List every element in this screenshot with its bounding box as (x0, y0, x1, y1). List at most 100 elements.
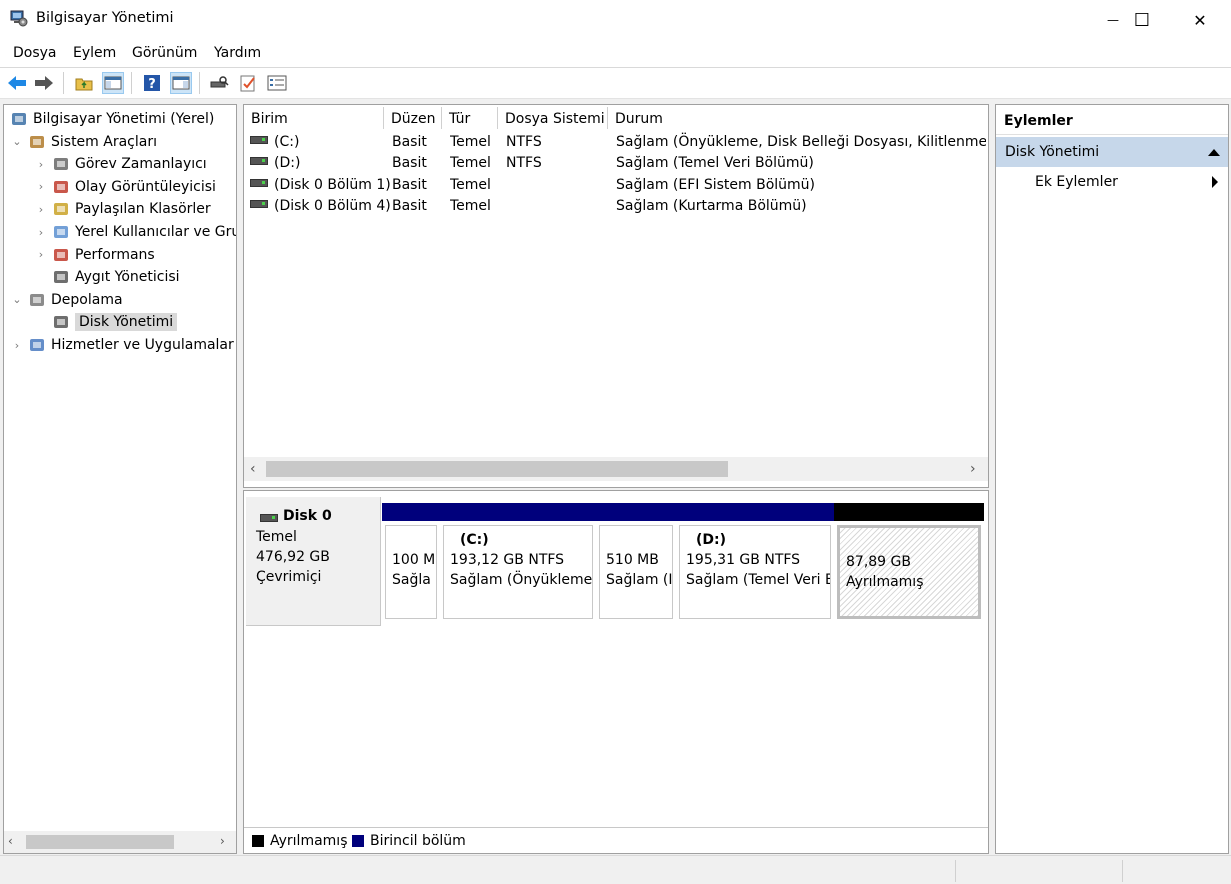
chevron-right-icon[interactable]: › (34, 158, 48, 171)
scroll-left-arrow-icon[interactable]: ‹ (250, 461, 256, 477)
collapse-up-icon[interactable] (1208, 148, 1220, 156)
partition-status: Ayrılmamış (846, 574, 924, 590)
menu-dosya[interactable]: Dosya (13, 45, 57, 61)
column-header-dosya-sistemi[interactable]: Dosya Sistemi (498, 107, 608, 129)
show-hide-action-pane-button[interactable] (170, 72, 192, 94)
check-button[interactable] (237, 72, 259, 94)
tree-item[interactable]: ⌄ Depolama (10, 289, 122, 311)
menu-eylem[interactable]: Eylem (73, 45, 116, 61)
partition-title: (D:) (696, 532, 727, 548)
menu-gorunum[interactable]: Görünüm (132, 45, 197, 61)
disk-management-icon (54, 316, 68, 329)
tree-item[interactable]: › Paylaşılan Klasörler (34, 198, 211, 220)
chevron-down-icon[interactable]: ⌄ (10, 135, 24, 148)
status-divider (1122, 860, 1123, 882)
volume-drive-icon (250, 157, 268, 166)
scroll-thumb[interactable] (266, 461, 728, 477)
partition-size: 193,12 GB NTFS (450, 552, 565, 568)
toolbar-separator (63, 72, 64, 94)
partition-status: Sağlam (Temel Veri B (686, 572, 831, 588)
tree-item[interactable]: Disk Yönetimi (34, 311, 178, 333)
volume-row[interactable]: (D:) Basit Temel NTFS Sağlam (Temel Veri Böl… (244, 153, 988, 174)
partition-block[interactable]: (D:) 195,31 GB NTFS Sağlam (Temel Veri B (676, 503, 834, 621)
tree-item-label: Olay Görüntüleyicisi (75, 178, 216, 195)
partition-size: 510 MB (606, 552, 659, 568)
disk-drive-icon (260, 514, 278, 522)
tree-item[interactable]: › Görev Zamanlayıcı (34, 153, 207, 175)
partition-block[interactable]: 87,89 GB Ayrılmamış (834, 503, 984, 621)
performance-icon (54, 248, 68, 261)
tree-item[interactable]: › Yerel Kullanıcılar ve Grup (34, 221, 237, 243)
column-header-tur[interactable]: Tür (442, 107, 498, 129)
tree-item[interactable]: › Performans (34, 244, 155, 266)
list-horizontal-scrollbar[interactable]: ‹ › (244, 457, 988, 481)
chevron-right-icon[interactable]: › (10, 339, 24, 352)
tree-item-label: Görev Zamanlayıcı (75, 156, 207, 173)
volume-row[interactable]: (C:) Basit Temel NTFS Sağlam (Önyükleme, Dis… (244, 132, 988, 153)
chevron-right-icon[interactable]: › (34, 203, 48, 216)
partition-type-bar (834, 503, 984, 521)
volume-row[interactable]: (Disk 0 Bölüm 1) Basit Temel Sağlam (EFI Si… (244, 175, 988, 196)
show-hide-action-pane-icon (172, 76, 190, 90)
status-divider (955, 860, 956, 882)
column-header-durum[interactable]: Durum (608, 107, 988, 129)
volume-row[interactable]: (Disk 0 Bölüm 4) Basit Temel Sağlam (Kurtar… (244, 196, 988, 217)
chevron-right-icon[interactable]: › (34, 248, 48, 261)
scroll-thumb[interactable] (26, 835, 174, 849)
check-icon (240, 75, 255, 92)
column-header-birim[interactable]: Birim (244, 107, 384, 129)
maximize-button[interactable]: ☐ (1119, 0, 1165, 40)
toolbar-separator (199, 72, 200, 94)
legend-item-unallocated: Ayrılmamış (252, 833, 348, 849)
tree-item-label: Sistem Araçları (51, 133, 157, 150)
partition-status: Sağla (392, 572, 431, 588)
tree-item[interactable]: Bilgisayar Yönetimi (Yerel) (6, 108, 214, 130)
legend: Ayrılmamış Birincil bölüm (244, 827, 988, 853)
volume-cell-birim: (D:) (250, 153, 300, 174)
up-one-level-button[interactable] (73, 72, 95, 94)
tree-item[interactable]: Aygıt Yöneticisi (34, 266, 180, 288)
column-header-duzen[interactable]: Düzen (384, 107, 442, 129)
partition-block[interactable]: (C:) 193,12 GB NTFS Sağlam (Önyükleme, (440, 503, 596, 621)
minimize-icon: — (1107, 13, 1119, 27)
device-manager-icon (54, 271, 68, 284)
help-icon: ? (144, 75, 160, 92)
tree-item-label: Yerel Kullanıcılar ve Grup (75, 224, 237, 240)
volume-name: (C:) (274, 134, 300, 150)
scroll-right-arrow-icon[interactable]: › (970, 461, 976, 477)
tree-item[interactable]: › Olay Görüntüleyicisi (34, 176, 216, 198)
partition-block[interactable]: 510 MB Sağlam (I (596, 503, 676, 621)
close-button[interactable]: ✕ (1177, 0, 1223, 40)
volume-cell: Temel (450, 134, 491, 150)
chevron-right-icon[interactable]: › (34, 180, 48, 193)
disk-info-panel[interactable]: Disk 0 Temel 476,92 GB Çevrimiçi (246, 497, 381, 626)
scroll-left-arrow-icon[interactable]: ‹ (8, 834, 13, 848)
disk-properties-button[interactable] (208, 72, 230, 94)
scroll-right-arrow-icon[interactable]: › (220, 834, 225, 848)
volume-cell: Sağlam (EFI Sistem Bölümü) (616, 176, 816, 193)
help-button[interactable]: ? (141, 72, 163, 94)
tree-item[interactable]: › Hizmetler ve Uygulamalar (10, 334, 234, 356)
volume-cell: Basit (392, 197, 427, 214)
maximize-icon: ☐ (1133, 9, 1151, 31)
list-view-button[interactable] (266, 72, 288, 94)
actions-section-disk-management[interactable]: Disk Yönetimi (996, 137, 1228, 167)
tree-horizontal-scrollbar[interactable]: ‹ › (4, 831, 236, 853)
volume-drive-icon (250, 136, 268, 144)
menu-yardim[interactable]: Yardım (214, 45, 261, 61)
more-actions-item[interactable]: Ek Eylemler (996, 169, 1228, 195)
volume-cell: Temel (450, 176, 491, 193)
volume-name: (Disk 0 Bölüm 4) (274, 197, 391, 214)
chevron-right-icon[interactable]: › (34, 226, 48, 239)
back-button[interactable] (6, 72, 28, 94)
volume-list: Birim Düzen Tür Dosya Sistemi Durum (C:)… (243, 104, 989, 488)
more-actions-label: Ek Eylemler (1035, 174, 1118, 190)
partition-body: 510 MB Sağlam (I (599, 525, 673, 619)
status-bar (0, 855, 1231, 884)
tree-item[interactable]: ⌄ Sistem Araçları (10, 131, 157, 153)
partition-block[interactable]: 100 M Sağla (382, 503, 440, 621)
forward-button[interactable] (33, 72, 55, 94)
show-hide-tree-button[interactable] (102, 72, 124, 94)
volume-cell: Temel (450, 197, 491, 214)
chevron-down-icon[interactable]: ⌄ (10, 293, 24, 306)
